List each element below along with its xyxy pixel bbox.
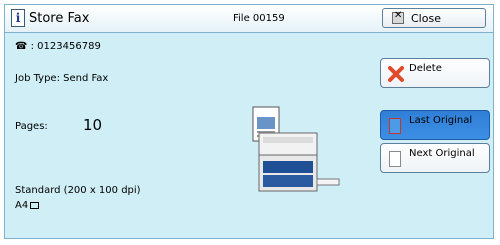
- printer-illustration-icon: [252, 106, 340, 192]
- delete-x-icon: [388, 66, 404, 82]
- paper-size: A4: [15, 200, 40, 211]
- delete-button[interactable]: Delete: [380, 58, 490, 88]
- file-name: File 00159: [233, 13, 285, 24]
- last-original-label: Last Original: [409, 115, 473, 126]
- title-bar: i Store Fax File 00159 Close: [5, 5, 493, 33]
- document-icon: [389, 118, 401, 134]
- info-icon: i: [11, 9, 25, 27]
- close-button-label: Close: [411, 12, 441, 25]
- store-fax-panel: i Store Fax File 00159 Close ☎ : 0123456…: [4, 4, 494, 239]
- close-icon: [392, 10, 404, 24]
- document-icon: [389, 151, 401, 167]
- fax-number: ☎ : 0123456789: [15, 41, 101, 52]
- last-original-button[interactable]: Last Original: [380, 110, 490, 140]
- next-original-label: Next Original: [409, 148, 475, 159]
- next-original-button[interactable]: Next Original: [380, 143, 490, 173]
- delete-button-label: Delete: [409, 63, 442, 74]
- pages-label: Pages:: [15, 121, 48, 132]
- window-title: Store Fax: [29, 11, 90, 26]
- resolution-text: Standard (200 x 100 dpi): [15, 185, 141, 196]
- job-type: Job Type: Send Fax: [15, 73, 109, 84]
- paper-orientation-icon: [30, 201, 40, 209]
- pages-value: 10: [83, 116, 103, 134]
- close-button[interactable]: Close: [382, 8, 486, 28]
- paper-size-label: A4: [15, 200, 29, 211]
